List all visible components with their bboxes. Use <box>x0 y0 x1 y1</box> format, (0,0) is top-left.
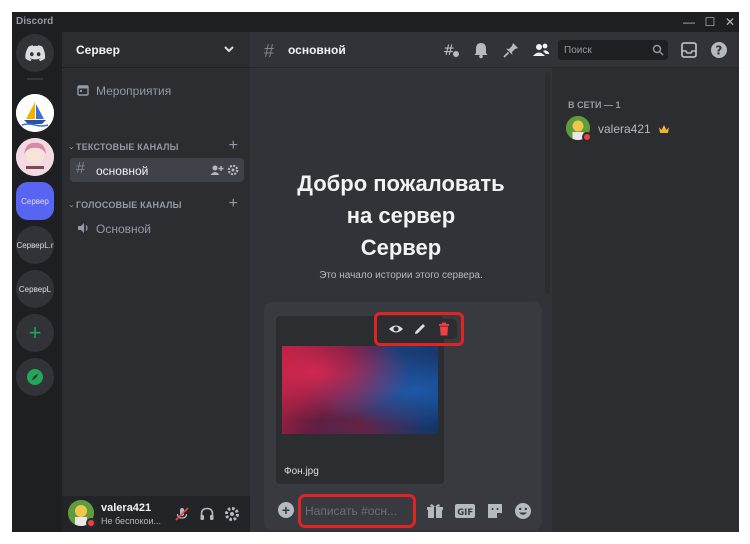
gift-icon[interactable] <box>426 502 444 520</box>
channel-title: основной <box>288 43 346 57</box>
server-ship[interactable] <box>16 94 54 132</box>
message-input[interactable] <box>305 501 409 521</box>
maximize-icon[interactable]: ☐ <box>702 14 718 30</box>
search-box[interactable] <box>558 40 668 60</box>
svg-text:#: # <box>443 43 455 59</box>
welcome-title: Добро пожаловать на сервер Сервер <box>270 168 532 264</box>
server-label: СерверL <box>18 284 52 294</box>
member-list: ? В СЕТИ — 1 valera421 <box>552 32 739 532</box>
message-input-highlight <box>298 494 416 528</box>
server-rail: Сервер СерверL.r СерверL + <box>12 32 62 532</box>
trash-icon[interactable] <box>436 321 452 337</box>
server-name: Сервер <box>76 43 120 57</box>
svg-text:GIF: GIF <box>457 508 473 518</box>
home-button[interactable] <box>16 34 54 72</box>
category-label: ТЕКСТОВЫЕ КАНАЛЫ <box>76 142 179 152</box>
threads-icon[interactable]: # <box>442 41 460 59</box>
chevron-down-icon: ⌄ <box>68 142 75 151</box>
channel-label: основной <box>96 164 149 178</box>
anime-avatar-icon <box>16 138 54 176</box>
voice-channel-item[interactable]: Основной <box>70 216 244 240</box>
welcome-line: на сервер <box>346 203 456 228</box>
voice-category[interactable]: ⌄ ГОЛОСОВЫЕ КАНАЛЫ + <box>68 196 244 212</box>
dnd-status-icon <box>86 518 96 528</box>
close-icon[interactable]: ✕ <box>722 14 738 30</box>
add-attachment-button[interactable]: + <box>278 502 294 518</box>
attachment-image <box>282 346 438 434</box>
chat-main: # основной # Добро пожаловать на сервер … <box>250 32 552 532</box>
chevron-down-icon: ⌄ <box>68 200 75 209</box>
dnd-status-icon <box>582 132 592 142</box>
gif-icon[interactable]: GIF <box>454 502 476 520</box>
inbox-icon[interactable] <box>680 41 698 59</box>
pin-icon[interactable] <box>502 41 520 59</box>
server-anime[interactable] <box>16 138 54 176</box>
welcome-line: Добро пожаловать <box>297 171 505 196</box>
input-row: + GIF <box>264 492 542 530</box>
channel-header: # основной # <box>250 32 552 68</box>
user-name: valera421 <box>101 502 152 514</box>
app-title: Discord <box>16 16 54 27</box>
plus-icon: + <box>28 320 42 345</box>
message-composer: Фон.jpg + Написать #осн... GIF <box>264 302 542 530</box>
sticker-icon[interactable] <box>486 502 504 520</box>
discord-window: Discord — ☐ ✕ Сервер СерверL.r СерверL +… <box>12 12 739 532</box>
emoji-icon[interactable] <box>514 502 532 520</box>
members-icon[interactable] <box>532 41 550 59</box>
title-bar: Discord — ☐ ✕ <box>12 12 739 32</box>
server-label: Сервер <box>21 196 49 206</box>
events-item[interactable]: Мероприятия <box>70 78 244 102</box>
settings-gear-icon[interactable] <box>224 506 240 522</box>
welcome-subtitle: Это начало истории этого сервера. <box>319 270 483 281</box>
mic-muted-icon[interactable] <box>174 506 190 522</box>
explore-button[interactable] <box>16 358 54 396</box>
server-item[interactable]: СерверL <box>16 270 54 308</box>
channel-sidebar: Сервер Мероприятия ⌄ ТЕКСТОВЫЕ КАНАЛЫ + … <box>62 32 250 532</box>
voice-channel-label: Основной <box>96 222 152 236</box>
hash-icon: # <box>264 41 275 61</box>
bell-icon[interactable] <box>472 41 490 59</box>
chevron-down-icon <box>224 46 234 53</box>
server-header[interactable]: Сервер <box>62 32 250 68</box>
welcome-line: Сервер <box>360 235 442 260</box>
channel-item-osnovnoy[interactable]: # основной <box>70 158 244 182</box>
member-name: valera421 <box>598 122 651 136</box>
minimize-icon[interactable]: — <box>681 14 697 30</box>
calendar-icon <box>77 85 89 96</box>
gear-icon[interactable] <box>227 164 239 176</box>
crown-icon <box>659 125 669 133</box>
compass-icon <box>27 369 43 385</box>
user-status: Не беспокои... <box>101 516 162 526</box>
discord-home-icon <box>25 45 46 62</box>
members-header: ? <box>552 32 739 68</box>
server-item[interactable]: СерверL.r <box>16 226 54 264</box>
member-item[interactable]: valera421 <box>560 114 730 146</box>
text-category[interactable]: ⌄ ТЕКСТОВЫЕ КАНАЛЫ + <box>68 138 244 154</box>
add-channel-icon[interactable]: + <box>229 196 238 212</box>
headphones-icon[interactable] <box>199 506 215 522</box>
online-header: В СЕТИ — 1 <box>568 100 621 110</box>
server-selected[interactable]: Сервер <box>16 182 54 220</box>
add-server-button[interactable]: + <box>16 314 54 352</box>
eye-icon[interactable] <box>388 321 404 337</box>
pencil-icon[interactable] <box>412 321 428 337</box>
add-channel-icon[interactable]: + <box>229 138 238 154</box>
hash-icon: # <box>76 160 85 177</box>
ship-avatar-icon <box>16 94 54 132</box>
speaker-icon <box>78 223 88 233</box>
attachment-filename: Фон.jpg <box>284 466 319 477</box>
category-label: ГОЛОСОВЫЕ КАНАЛЫ <box>76 200 182 210</box>
user-panel: valera421 Не беспокои... <box>62 496 250 532</box>
scrollbar[interactable] <box>545 72 550 294</box>
invite-icon[interactable] <box>210 164 224 176</box>
rail-divider <box>27 78 43 80</box>
server-label: СерверL.r <box>16 240 54 250</box>
search-input[interactable] <box>564 43 644 57</box>
events-label: Мероприятия <box>96 84 172 98</box>
attachment-toolbar <box>381 319 457 339</box>
svg-text:?: ? <box>715 44 722 58</box>
search-icon <box>652 44 664 56</box>
attachment-tools-highlight <box>374 312 464 346</box>
help-icon[interactable]: ? <box>710 41 728 59</box>
